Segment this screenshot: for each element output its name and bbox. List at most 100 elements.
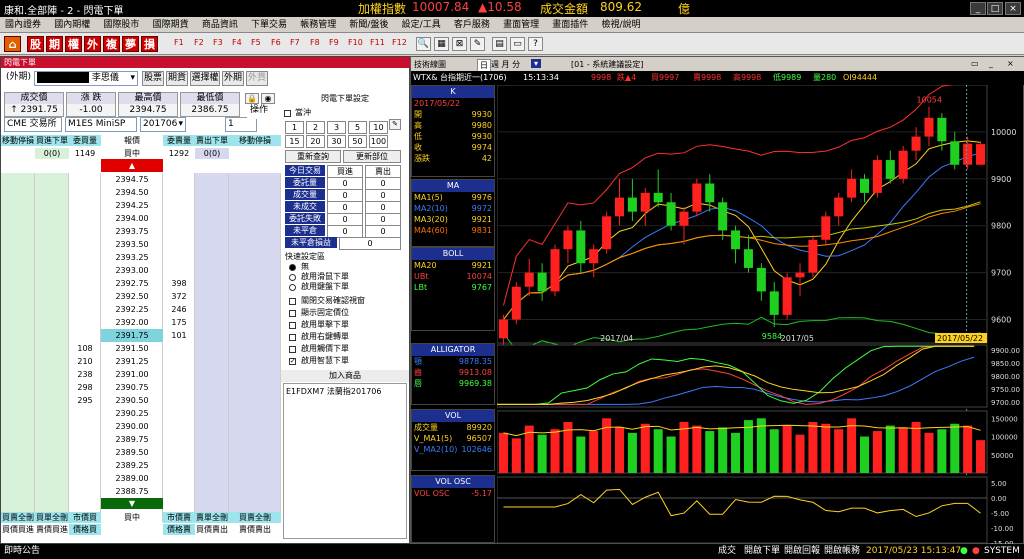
ladder-row[interactable]: 298 2390.75 xyxy=(1,381,281,394)
stock-button[interactable]: 股票 xyxy=(142,71,164,86)
ladder-row[interactable]: 2390.00 xyxy=(1,420,281,433)
hot-futures-button[interactable]: 期 xyxy=(46,36,63,52)
market-sell-button[interactable]: 市價賣 xyxy=(163,512,195,523)
option-checkbox[interactable]: ✓ xyxy=(289,358,296,365)
ladder-row[interactable]: 2392.00 175 xyxy=(1,316,281,329)
ladder-row[interactable]: 210 2391.25 xyxy=(1,355,281,368)
grid-icon[interactable]: ▤ xyxy=(492,37,507,51)
f8-key[interactable]: F8 xyxy=(310,38,320,47)
f6-key[interactable]: F6 xyxy=(271,38,281,47)
scroll-up-button[interactable]: ▲ xyxy=(101,159,163,172)
hot-complex-button[interactable]: 複 xyxy=(103,36,120,52)
menu-item-8[interactable]: 設定/工具 xyxy=(397,17,446,33)
ladder-row[interactable]: 2394.00 xyxy=(1,212,281,225)
ladder-price[interactable]: 2389.50 xyxy=(101,446,163,459)
open-account-status[interactable]: 開啟帳務 xyxy=(824,544,860,559)
ladder-row[interactable]: 2392.75 398 xyxy=(1,277,281,290)
trade-status[interactable]: 成交 xyxy=(718,544,736,559)
ladder-row[interactable]: 2393.00 xyxy=(1,264,281,277)
ladder-price[interactable]: 2394.50 xyxy=(101,186,163,199)
ladder-price[interactable]: 2392.00 xyxy=(101,316,163,329)
ladder-row[interactable]: 2394.25 xyxy=(1,199,281,212)
menu-item-6[interactable]: 帳務管理 xyxy=(295,17,341,33)
option-checkbox[interactable] xyxy=(289,298,296,305)
price-buy-button[interactable]: 價格買 xyxy=(69,524,101,535)
radio-none[interactable] xyxy=(289,264,296,271)
quantity-stepper[interactable]: 1 xyxy=(225,117,257,132)
cancel-all-button-2[interactable]: 買賣全刪 xyxy=(229,512,281,523)
ladder-bid-qty[interactable]: 238 xyxy=(69,368,101,381)
menu-item-5[interactable]: 下單交易 xyxy=(246,17,292,33)
hot-options-button[interactable]: 權 xyxy=(65,36,82,52)
scroll-down-button[interactable]: ▼ xyxy=(101,498,163,509)
ladder-row[interactable]: 2392.50 372 xyxy=(1,290,281,303)
ladder-row[interactable]: 2389.50 xyxy=(1,446,281,459)
close-button[interactable]: × xyxy=(1005,2,1021,15)
product-list[interactable]: E1FDXM7 法蘭指201706 xyxy=(283,383,407,539)
home-icon[interactable]: ⌂ xyxy=(4,36,21,52)
ladder-bid-qty[interactable]: 210 xyxy=(69,355,101,368)
menu-item-11[interactable]: 畫面插件 xyxy=(547,17,593,33)
ladder-bid-qty[interactable]: 295 xyxy=(69,394,101,407)
qty-50-button[interactable]: 50 xyxy=(348,135,367,148)
f7-key[interactable]: F7 xyxy=(290,38,300,47)
f10-key[interactable]: F10 xyxy=(348,38,363,47)
chart-min-icon[interactable]: _ xyxy=(989,59,993,68)
f4-key[interactable]: F4 xyxy=(232,38,242,47)
ladder-row[interactable]: 2388.75 xyxy=(1,485,281,498)
bid-sell-button[interactable]: 買價賣出 xyxy=(195,524,229,535)
account-select[interactable]: 李思儀 ▾ xyxy=(34,71,138,86)
ladder-price[interactable]: 2393.50 xyxy=(101,238,163,251)
symbol-select[interactable]: M1ES MiniSP xyxy=(65,117,137,132)
cancel-sells-button[interactable]: 賣單全刪 xyxy=(195,512,229,523)
foreign-goods-button[interactable]: 外貨 xyxy=(246,71,268,86)
ladder-row[interactable]: 2390.25 xyxy=(1,407,281,420)
ladder-price[interactable]: 2388.75 xyxy=(101,485,163,498)
f2-key[interactable]: F2 xyxy=(194,38,204,47)
chart-fit-icon[interactable]: ▭ xyxy=(971,59,979,68)
ladder-price[interactable]: 2394.25 xyxy=(101,199,163,212)
foreign-futures-button[interactable]: 外期 xyxy=(222,71,244,86)
cancel-buys-button[interactable]: 買單全刪 xyxy=(35,512,69,523)
qty-5-button[interactable]: 5 xyxy=(348,121,367,134)
qty-20-button[interactable]: 20 xyxy=(306,135,325,148)
qty-2-button[interactable]: 2 xyxy=(306,121,325,134)
hot-dream-button[interactable]: 夢 xyxy=(122,36,139,52)
f9-key[interactable]: F9 xyxy=(329,38,339,47)
chart-close-icon[interactable]: × xyxy=(1007,59,1014,68)
f3-key[interactable]: F3 xyxy=(213,38,223,47)
cancel-all-button[interactable]: 買賣全刪 xyxy=(1,512,35,523)
layout-icon[interactable]: ▦ xyxy=(434,37,449,51)
ladder-price[interactable]: 2389.25 xyxy=(101,459,163,472)
search-icon[interactable]: 🔍 xyxy=(416,37,431,51)
requery-button[interactable]: 重新查詢 xyxy=(285,150,341,163)
open-order-status[interactable]: 開啟下單 xyxy=(744,544,780,559)
ladder-price[interactable]: 2389.75 xyxy=(101,433,163,446)
ladder-price[interactable]: 2390.25 xyxy=(101,407,163,420)
maximize-button[interactable]: □ xyxy=(987,2,1003,15)
chevron-down-icon[interactable]: ▾ xyxy=(531,59,542,68)
menu-item-10[interactable]: 畫面管理 xyxy=(498,17,544,33)
ladder-row[interactable]: 2394.75 xyxy=(1,173,281,186)
ladder-price[interactable]: 2390.75 xyxy=(101,381,163,394)
ladder-price[interactable]: 2393.75 xyxy=(101,225,163,238)
lock-icon[interactable]: 🔒 xyxy=(245,93,259,104)
ladder-ask-qty[interactable]: 398 xyxy=(163,277,195,290)
f11-key[interactable]: F11 xyxy=(370,38,385,47)
ask-sell-button[interactable]: 賣價賣出 xyxy=(229,524,281,535)
menu-item-3[interactable]: 國際期貨 xyxy=(148,17,194,33)
open-report-status[interactable]: 開啟回報 xyxy=(784,544,820,559)
ladder-row[interactable]: 2389.00 xyxy=(1,472,281,485)
market-buy-button[interactable]: 市價買 xyxy=(69,512,101,523)
menu-item-4[interactable]: 商品資訊 xyxy=(197,17,243,33)
ladder-price[interactable]: 2394.75 xyxy=(101,173,163,186)
ladder-ask-qty[interactable]: 246 xyxy=(163,303,195,316)
ladder-bid-qty[interactable]: 108 xyxy=(69,342,101,355)
f1-key[interactable]: F1 xyxy=(174,38,184,47)
bid-buy-button[interactable]: 買價買進 xyxy=(1,524,35,535)
menu-item-0[interactable]: 國內證券 xyxy=(0,17,46,33)
ladder-price[interactable]: 2393.25 xyxy=(101,251,163,264)
exchange-select[interactable]: CME 交易所 xyxy=(4,117,62,132)
ladder-price[interactable]: 2393.00 xyxy=(101,264,163,277)
futures-button[interactable]: 期貨 xyxy=(166,71,188,86)
